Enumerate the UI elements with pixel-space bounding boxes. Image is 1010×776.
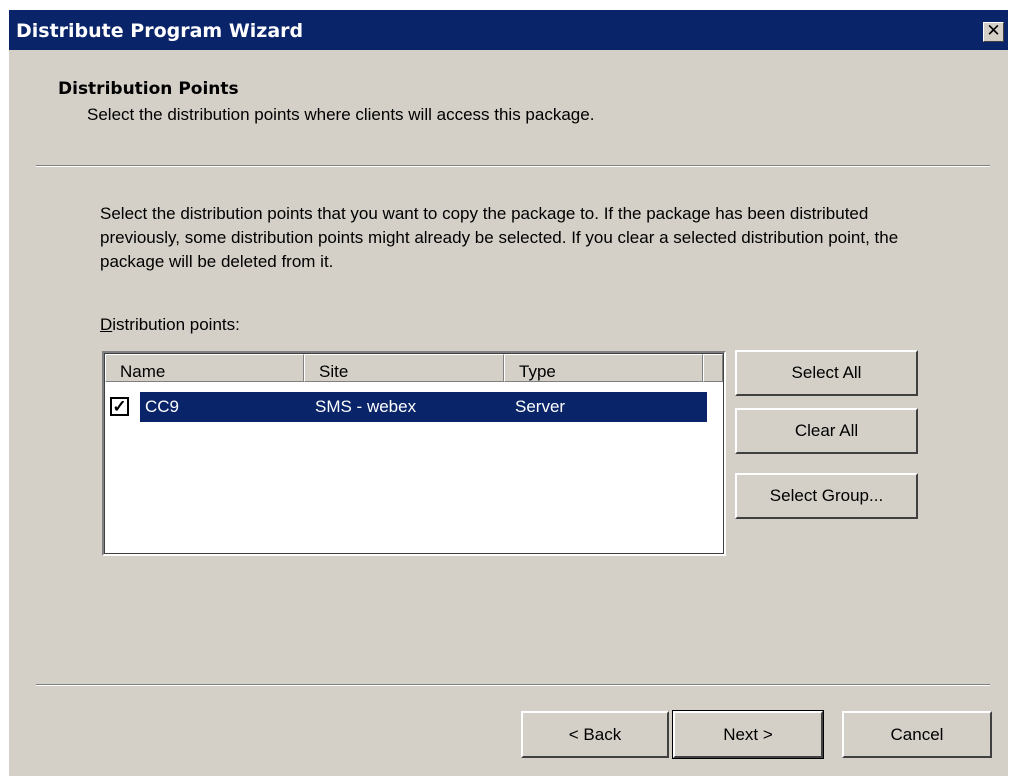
cancel-button[interactable]: Cancel	[842, 711, 992, 758]
footer-divider	[36, 684, 990, 686]
cell-site: SMS - webex	[315, 397, 417, 416]
close-button[interactable]: ✕	[983, 22, 1004, 42]
column-header-type[interactable]: Type	[504, 354, 703, 382]
next-label: Next >	[723, 724, 773, 744]
close-icon: ✕	[986, 21, 1001, 41]
check-icon: ✓	[112, 397, 127, 416]
instructions-text: Select the distribution points that you …	[100, 204, 899, 271]
row-selection-highlight	[140, 392, 707, 422]
wizard-window: Distribute Program Wizard ✕ Distribution…	[9, 10, 1008, 776]
list-item[interactable]: ✓ CC9 SMS - webex Server	[110, 391, 707, 422]
column-header-filler	[703, 354, 723, 382]
next-button[interactable]: Next >	[672, 710, 824, 759]
header-divider	[36, 165, 990, 167]
select-all-button[interactable]: Select All	[735, 350, 918, 396]
mnemonic-d: D	[100, 315, 113, 334]
column-header-name[interactable]: Name	[105, 354, 304, 382]
column-header-site[interactable]: Site	[304, 354, 504, 382]
cancel-label: Cancel	[890, 724, 944, 744]
select-group-label: Select Group...	[769, 486, 884, 505]
window-title: Distribute Program Wizard	[16, 20, 304, 42]
cell-type: Server	[515, 397, 566, 416]
select-group-button[interactable]: Select Group...	[735, 473, 918, 519]
clear-all-label: Clear All	[794, 421, 859, 440]
cell-name: CC9	[145, 397, 180, 416]
select-all-label: Select All	[791, 363, 862, 382]
label-rest: istribution points:	[112, 315, 240, 334]
back-button[interactable]: < Back	[521, 711, 669, 758]
page-subtitle: Select the distribution points where cli…	[87, 105, 595, 124]
page-title: Distribution Points	[58, 79, 239, 99]
row-checkbox[interactable]: ✓	[110, 397, 129, 416]
distribution-points-label: Distribution points:	[100, 315, 240, 335]
list-header: Name Site Type	[105, 354, 723, 382]
distribution-points-list[interactable]: Name Site Type ✓ CC9 SMS - webex Server	[102, 351, 726, 556]
clear-all-button[interactable]: Clear All	[735, 408, 918, 454]
title-bar: Distribute Program Wizard ✕	[9, 10, 1008, 50]
back-label: < Back	[568, 724, 622, 744]
